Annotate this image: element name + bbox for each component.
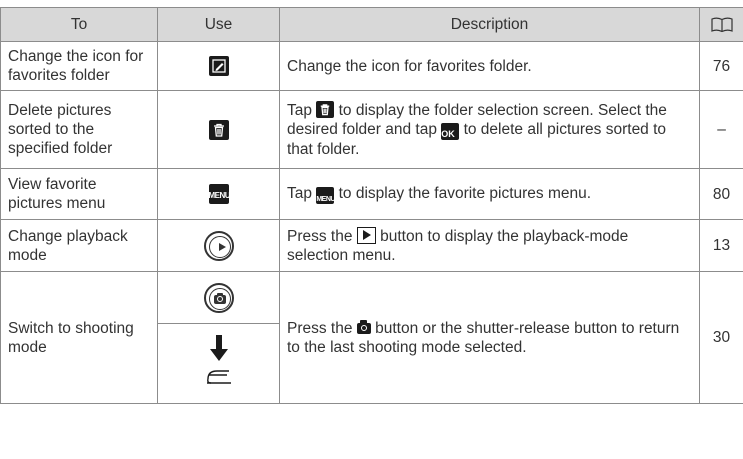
row-page: – — [699, 90, 743, 169]
row-to: View favorite pictures menu — [0, 168, 158, 220]
header-to: To — [0, 7, 158, 42]
row-use — [157, 219, 280, 272]
row-description: Change the icon for favorites folder. — [279, 41, 700, 91]
menu-icon: MENU — [316, 187, 335, 204]
trash-icon — [208, 119, 229, 140]
row-use — [157, 271, 280, 324]
row-use — [157, 323, 280, 404]
camera-icon — [356, 319, 371, 334]
row-page: 80 — [699, 168, 743, 220]
header-use: Use — [157, 7, 280, 42]
ok-icon: OK — [441, 122, 460, 140]
playback-icon — [356, 226, 376, 244]
row-use: MENU — [157, 168, 280, 220]
row-page: 30 — [699, 271, 743, 404]
row-description: Tap MENU to display the favorite picture… — [279, 168, 700, 220]
edit-icon — [208, 56, 229, 76]
function-table: To Use Description Change the icon for f… — [0, 7, 743, 404]
header-description: Description — [279, 7, 700, 42]
row-use — [157, 90, 280, 169]
playback-button-icon — [203, 230, 234, 261]
header-row: To Use Description — [0, 7, 743, 42]
menu-icon: MENU — [208, 184, 231, 204]
table-row: Delete pictures sorted to the specified … — [0, 90, 743, 169]
table-row: Switch to shooting mode Press the button… — [0, 271, 743, 404]
row-page: 13 — [699, 219, 743, 272]
row-use — [157, 41, 280, 91]
table-row: Change the icon for favorites folder Cha… — [0, 41, 743, 91]
header-reference — [699, 7, 743, 42]
table-row: Change playback mode Press the button to… — [0, 219, 743, 272]
shooting-button-icon — [203, 282, 234, 313]
row-description: Tap to display the folder selection scre… — [279, 90, 700, 169]
row-description: Press the button to display the playback… — [279, 219, 700, 272]
book-icon — [710, 17, 733, 33]
table-row: View favorite pictures menu MENU Tap MEN… — [0, 168, 743, 220]
trash-icon — [316, 100, 335, 118]
row-to: Change playback mode — [0, 219, 158, 272]
row-to: Delete pictures sorted to the specified … — [0, 90, 158, 169]
row-to: Switch to shooting mode — [0, 271, 158, 404]
row-to: Change the icon for favorites folder — [0, 41, 158, 91]
row-description: Press the button or the shutter-release … — [279, 271, 700, 404]
row-page: 76 — [699, 41, 743, 91]
shutter-release-icon — [206, 335, 231, 384]
